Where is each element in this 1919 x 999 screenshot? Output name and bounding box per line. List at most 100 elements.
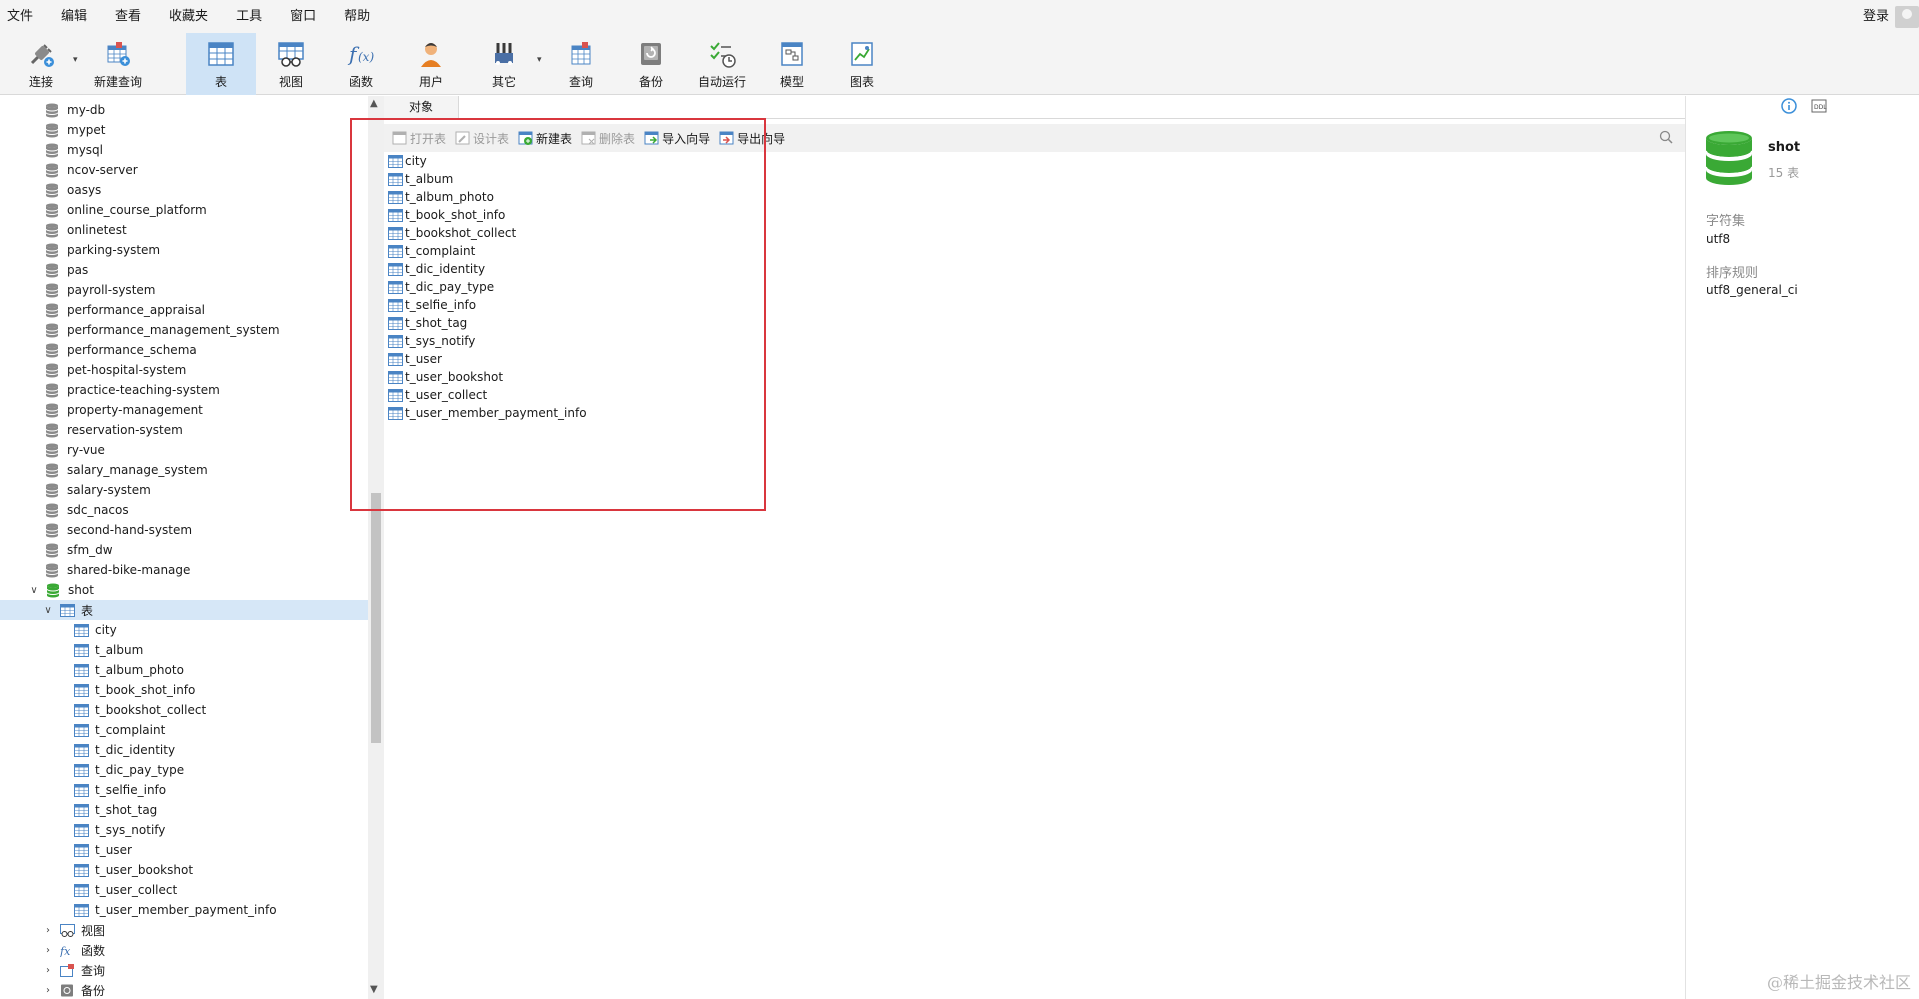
tree-item-table[interactable]: t_user_member_payment_info: [0, 900, 368, 920]
menu-tools[interactable]: 工具: [229, 0, 274, 33]
tree-item-database[interactable]: payroll-system: [0, 280, 368, 300]
tree-item-table[interactable]: t_bookshot_collect: [0, 700, 368, 720]
tree-item-database[interactable]: shared-bike-manage: [0, 560, 368, 580]
other-button[interactable]: 其它: [476, 33, 532, 95]
tree-item-database[interactable]: my-db: [0, 100, 368, 120]
object-list-item[interactable]: t_sys_notify: [388, 332, 587, 350]
model-button[interactable]: 模型: [764, 33, 820, 95]
menu-help[interactable]: 帮助: [337, 0, 382, 33]
object-list-item[interactable]: t_user_member_payment_info: [388, 404, 587, 422]
info-icon[interactable]: [1781, 98, 1797, 117]
new-table-button[interactable]: 新建表: [518, 130, 572, 147]
import-wizard-button[interactable]: 导入向导: [644, 130, 710, 147]
design-table-button[interactable]: 设计表: [455, 130, 509, 147]
tree-item-table[interactable]: t_dic_identity: [0, 740, 368, 760]
ddl-icon[interactable]: DDL: [1811, 99, 1827, 116]
object-list-item[interactable]: t_shot_tag: [388, 314, 587, 332]
menu-favorites[interactable]: 收藏夹: [162, 0, 220, 33]
tree-item-backups-node[interactable]: › 备份: [0, 980, 368, 999]
menu-file[interactable]: 文件: [0, 0, 45, 33]
tree-item-database[interactable]: pet-hospital-system: [0, 360, 368, 380]
view-button[interactable]: 视图: [263, 33, 319, 95]
user-button[interactable]: 用户: [403, 33, 459, 95]
login-link[interactable]: 登录: [1863, 0, 1889, 33]
object-list-item[interactable]: t_dic_identity: [388, 260, 587, 278]
object-list-item[interactable]: t_selfie_info: [388, 296, 587, 314]
tree-item-database[interactable]: sdc_nacos: [0, 500, 368, 520]
tree-item-database[interactable]: onlinetest: [0, 220, 368, 240]
table-button[interactable]: 表: [186, 33, 256, 95]
menu-edit[interactable]: 编辑: [54, 0, 99, 33]
tree-item-table[interactable]: t_selfie_info: [0, 780, 368, 800]
tree-item-database[interactable]: performance_schema: [0, 340, 368, 360]
tree-item-table[interactable]: t_album: [0, 640, 368, 660]
tree-item-database[interactable]: reservation-system: [0, 420, 368, 440]
tree-item-table[interactable]: t_shot_tag: [0, 800, 368, 820]
tree-item-database[interactable]: sfm_dw: [0, 540, 368, 560]
tree-item-table[interactable]: t_album_photo: [0, 660, 368, 680]
expand-arrow-icon[interactable]: ∨: [42, 605, 54, 616]
tree-item-database[interactable]: salary_manage_system: [0, 460, 368, 480]
other-dropdown-caret[interactable]: ▾: [537, 55, 542, 65]
tree-item-database[interactable]: practice-teaching-system: [0, 380, 368, 400]
tree-item-table[interactable]: t_book_shot_info: [0, 680, 368, 700]
tree-item-table[interactable]: t_dic_pay_type: [0, 760, 368, 780]
avatar[interactable]: [1895, 6, 1919, 28]
connect-dropdown-caret[interactable]: ▾: [73, 55, 78, 65]
delete-table-button[interactable]: 删除表: [581, 130, 635, 147]
tree-item-views-node[interactable]: › 视图: [0, 920, 368, 940]
scroll-down-arrow-icon[interactable]: ▼: [370, 984, 378, 995]
object-list-item[interactable]: t_album: [388, 170, 587, 188]
tree-item-database[interactable]: salary-system: [0, 480, 368, 500]
tree-item-database[interactable]: performance_management_system: [0, 320, 368, 340]
tree-item-functions-node[interactable]: › fx 函数: [0, 940, 368, 960]
tree-item-table[interactable]: city: [0, 620, 368, 640]
tree-scrollbar[interactable]: ▲ ▼: [368, 96, 384, 999]
export-wizard-button[interactable]: 导出向导: [719, 130, 785, 147]
scroll-up-arrow-icon[interactable]: ▲: [370, 98, 378, 109]
auto-run-button[interactable]: 自动运行: [693, 33, 751, 95]
open-table-button[interactable]: 打开表: [392, 130, 446, 147]
object-list-item[interactable]: city: [388, 152, 587, 170]
new-query-button[interactable]: 新建查询: [88, 33, 148, 95]
tree-item-database-open[interactable]: ∨ shot: [0, 580, 368, 600]
object-list-item[interactable]: t_book_shot_info: [388, 206, 587, 224]
tree-item-database[interactable]: online_course_platform: [0, 200, 368, 220]
tree-item-database[interactable]: parking-system: [0, 240, 368, 260]
tree-item-table[interactable]: t_user: [0, 840, 368, 860]
collapse-arrow-icon[interactable]: ›: [42, 985, 54, 996]
tree-item-database[interactable]: property-management: [0, 400, 368, 420]
object-list-item[interactable]: t_album_photo: [388, 188, 587, 206]
tree-item-database[interactable]: oasys: [0, 180, 368, 200]
tree-item-table[interactable]: t_user_collect: [0, 880, 368, 900]
object-list-item[interactable]: t_complaint: [388, 242, 587, 260]
tree-item-database[interactable]: mysql: [0, 140, 368, 160]
tree-item-database[interactable]: performance_appraisal: [0, 300, 368, 320]
tree-item-queries-node[interactable]: › 查询: [0, 960, 368, 980]
menu-window[interactable]: 窗口: [283, 0, 328, 33]
tree-item-database[interactable]: ncov-server: [0, 160, 368, 180]
object-list-item[interactable]: t_user: [388, 350, 587, 368]
tree-item-table[interactable]: t_complaint: [0, 720, 368, 740]
object-list-item[interactable]: t_dic_pay_type: [388, 278, 587, 296]
tree-item-table[interactable]: t_sys_notify: [0, 820, 368, 840]
search-icon[interactable]: [1659, 130, 1673, 147]
chart-button[interactable]: 图表: [834, 33, 890, 95]
collapse-arrow-icon[interactable]: ›: [42, 965, 54, 976]
collapse-arrow-icon[interactable]: ›: [42, 925, 54, 936]
tree-item-database[interactable]: pas: [0, 260, 368, 280]
query-button[interactable]: 查询: [553, 33, 609, 95]
connect-button[interactable]: 连接: [12, 33, 70, 95]
tab-objects[interactable]: 对象: [384, 96, 459, 119]
tree-item-database[interactable]: ry-vue: [0, 440, 368, 460]
collapse-arrow-icon[interactable]: ›: [42, 945, 54, 956]
object-list-item[interactable]: t_bookshot_collect: [388, 224, 587, 242]
object-list-item[interactable]: t_user_collect: [388, 386, 587, 404]
function-button[interactable]: f (x) 函数: [333, 33, 389, 95]
expand-arrow-icon[interactable]: ∨: [28, 585, 40, 596]
tree-item-table[interactable]: t_user_bookshot: [0, 860, 368, 880]
tree-item-database[interactable]: mypet: [0, 120, 368, 140]
backup-button[interactable]: 备份: [623, 33, 679, 95]
scrollbar-thumb[interactable]: [371, 493, 381, 743]
tree-item-tables-node[interactable]: ∨ 表: [0, 600, 368, 620]
